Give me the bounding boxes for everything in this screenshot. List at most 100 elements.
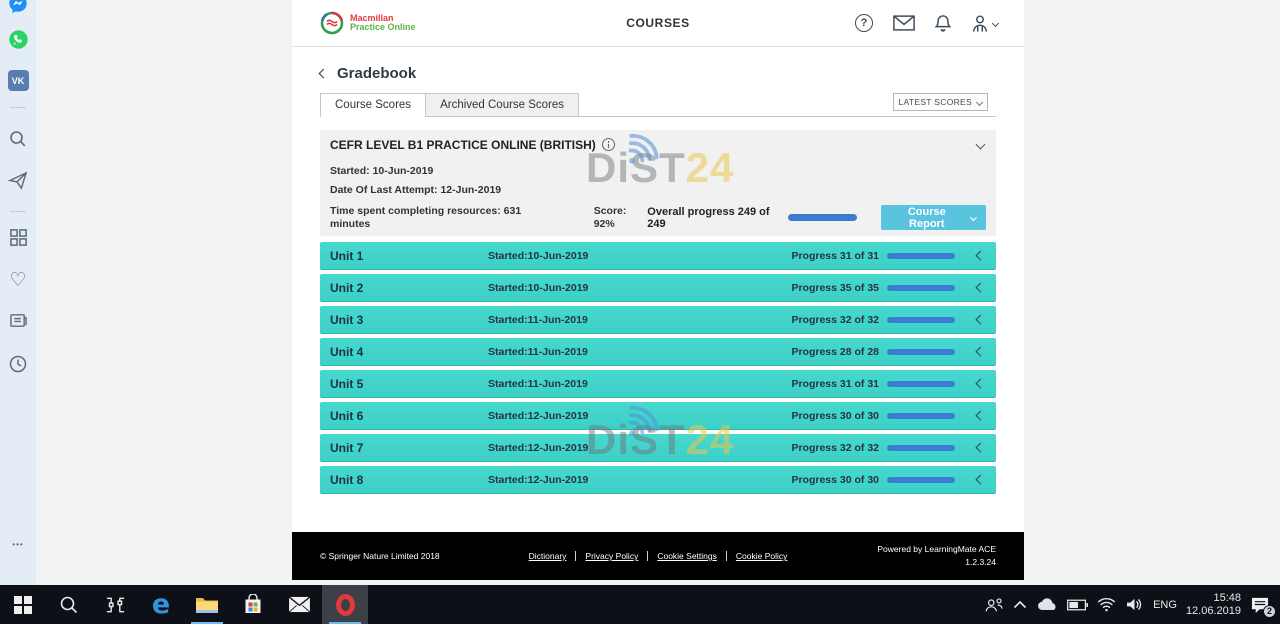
- unit-name: Unit 3: [330, 313, 488, 327]
- site-header: Macmillan Practice Online COURSES ?: [292, 0, 1024, 47]
- account-chevron-icon: [992, 19, 999, 26]
- unit-name: Unit 5: [330, 377, 488, 391]
- info-icon[interactable]: [602, 138, 615, 151]
- mail-button[interactable]: [276, 585, 322, 624]
- unit-started-date: Started:12-Jun-2019: [488, 474, 588, 486]
- unit-progress-bar: [887, 381, 955, 387]
- notifications-bell-icon[interactable]: [935, 14, 951, 33]
- unit-expand-chevron-icon[interactable]: [976, 251, 986, 261]
- volume-icon[interactable]: [1125, 597, 1144, 612]
- unit-row[interactable]: Unit 1 Started:10-Jun-2019 Progress 31 o…: [320, 242, 996, 270]
- task-view-button[interactable]: [92, 585, 138, 624]
- course-report-button[interactable]: Course Report: [881, 205, 986, 230]
- sidebar-more-icon[interactable]: •••: [0, 540, 36, 549]
- scores-filter-dropdown[interactable]: LATEST SCORES: [893, 93, 989, 111]
- unit-progress-label: Progress 35 of 35: [791, 282, 879, 294]
- people-icon[interactable]: [984, 597, 1004, 613]
- footer-link[interactable]: Dictionary: [529, 551, 567, 561]
- footer-version: 1.2.3.24: [965, 557, 996, 567]
- taskbar-search-button[interactable]: [46, 585, 92, 624]
- unit-expand-chevron-icon[interactable]: [976, 315, 986, 325]
- mail-icon: [288, 596, 311, 613]
- search-icon: [59, 595, 79, 615]
- unit-expand-chevron-icon[interactable]: [976, 475, 986, 485]
- unit-expand-chevron-icon[interactable]: [976, 379, 986, 389]
- course-title: CEFR LEVEL B1 PRACTICE ONLINE (BRITISH): [330, 138, 596, 152]
- messenger-icon[interactable]: [0, 0, 36, 15]
- bookmarks-heart-icon[interactable]: ♡: [0, 269, 36, 292]
- my-flow-icon[interactable]: [0, 171, 36, 190]
- unit-started-date: Started:11-Jun-2019: [488, 346, 588, 358]
- unit-started-date: Started:11-Jun-2019: [488, 378, 588, 390]
- taskbar-clock[interactable]: 15:48 12.06.2019: [1186, 592, 1241, 618]
- course-panel-header[interactable]: CEFR LEVEL B1 PRACTICE ONLINE (BRITISH): [320, 130, 996, 159]
- unit-row[interactable]: Unit 8 Started:12-Jun-2019 Progress 30 o…: [320, 466, 996, 494]
- unit-progress-bar: [887, 349, 955, 355]
- overall-progress-label: Overall progress 249 of 249: [647, 206, 782, 230]
- tab-archived-course-scores[interactable]: Archived Course Scores: [426, 93, 579, 116]
- unit-started-date: Started:10-Jun-2019: [488, 250, 588, 262]
- vk-icon[interactable]: VK: [0, 70, 36, 91]
- site-footer: © Springer Nature Limited 2018 Dictionar…: [292, 532, 1024, 580]
- unit-progress-bar: [887, 445, 955, 451]
- unit-name: Unit 1: [330, 249, 488, 263]
- tab-course-scores[interactable]: Course Scores: [320, 93, 426, 117]
- language-indicator[interactable]: ENG: [1153, 599, 1177, 611]
- unit-name: Unit 7: [330, 441, 488, 455]
- account-menu[interactable]: [971, 14, 998, 33]
- footer-powered: Powered by LearningMate ACE: [877, 544, 996, 554]
- file-explorer-button[interactable]: [184, 585, 230, 624]
- unit-name: Unit 4: [330, 345, 488, 359]
- browser-sidebar: VK ♡ •••: [0, 0, 36, 585]
- course-started: Started: 10-Jun-2019: [320, 165, 996, 178]
- footer-link[interactable]: Privacy Policy: [575, 551, 638, 561]
- onedrive-cloud-icon[interactable]: [1036, 598, 1058, 611]
- start-button[interactable]: [0, 585, 46, 624]
- wifi-icon[interactable]: [1097, 598, 1116, 612]
- unit-row[interactable]: Unit 6 Started:12-Jun-2019 Progress 30 o…: [320, 402, 996, 430]
- speed-dial-icon[interactable]: [0, 228, 36, 247]
- unit-row[interactable]: Unit 4 Started:11-Jun-2019 Progress 28 o…: [320, 338, 996, 366]
- page-title: Gradebook: [337, 65, 416, 82]
- unit-progress-label: Progress 32 of 32: [791, 442, 879, 454]
- unit-row[interactable]: Unit 7 Started:12-Jun-2019 Progress 32 o…: [320, 434, 996, 462]
- windows-logo-icon: [14, 596, 32, 614]
- taskbar-date: 12.06.2019: [1186, 605, 1241, 617]
- unit-progress-label: Progress 32 of 32: [791, 314, 879, 326]
- unit-expand-chevron-icon[interactable]: [976, 347, 986, 357]
- report-chevron-icon: [970, 214, 977, 221]
- footer-link[interactable]: Cookie Settings: [647, 551, 717, 561]
- unit-expand-chevron-icon[interactable]: [976, 411, 986, 421]
- store-button[interactable]: [230, 585, 276, 624]
- windows-taskbar: e: [0, 585, 1280, 624]
- unit-progress-bar: [887, 253, 955, 259]
- search-icon[interactable]: [0, 129, 36, 149]
- unit-name: Unit 8: [330, 473, 488, 487]
- unit-progress-label: Progress 30 of 30: [791, 474, 879, 486]
- battery-icon[interactable]: [1067, 599, 1088, 611]
- news-icon[interactable]: [0, 312, 36, 329]
- mail-icon[interactable]: [893, 15, 915, 31]
- unit-progress-bar: [887, 477, 955, 483]
- back-chevron-icon[interactable]: [319, 69, 329, 79]
- unit-row[interactable]: Unit 5 Started:11-Jun-2019 Progress 31 o…: [320, 370, 996, 398]
- unit-row[interactable]: Unit 3 Started:11-Jun-2019 Progress 32 o…: [320, 306, 996, 334]
- unit-progress-bar: [887, 285, 955, 291]
- unit-expand-chevron-icon[interactable]: [976, 283, 986, 293]
- opera-button[interactable]: [322, 585, 368, 624]
- sidebar-divider: [10, 211, 26, 212]
- unit-expand-chevron-icon[interactable]: [976, 443, 986, 453]
- history-clock-icon[interactable]: [0, 354, 36, 374]
- edge-button[interactable]: e: [138, 585, 184, 624]
- unit-list: Unit 1 Started:10-Jun-2019 Progress 31 o…: [320, 242, 996, 494]
- tray-expand-chevron-icon[interactable]: [1013, 600, 1027, 609]
- unit-progress-bar: [887, 317, 955, 323]
- unit-row[interactable]: Unit 2 Started:10-Jun-2019 Progress 35 o…: [320, 274, 996, 302]
- screen: VK ♡ •••: [0, 0, 1280, 624]
- help-icon[interactable]: ?: [855, 14, 873, 32]
- course-collapse-chevron-icon[interactable]: [976, 140, 986, 150]
- action-center-button[interactable]: 2: [1250, 596, 1270, 614]
- footer-link[interactable]: Cookie Policy: [726, 551, 788, 561]
- whatsapp-icon[interactable]: [0, 29, 36, 50]
- task-view-icon: [105, 595, 126, 615]
